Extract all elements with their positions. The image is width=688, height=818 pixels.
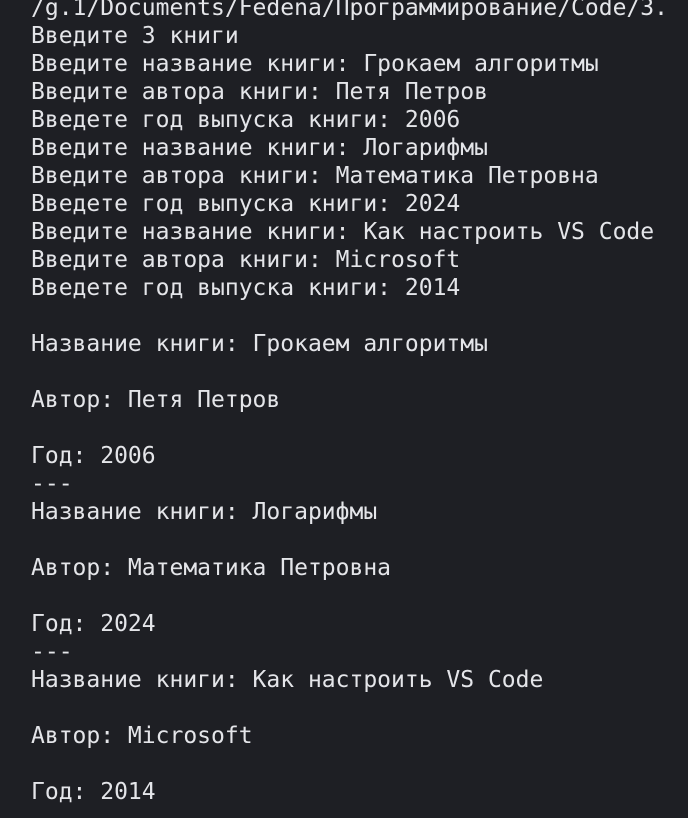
terminal-line: --- (31, 639, 73, 665)
terminal-line: Введите название книги: Как настроить VS… (31, 219, 655, 245)
terminal-line: Автор: Microsoft (31, 723, 253, 749)
terminal-line: Введите 3 книги (31, 23, 239, 49)
terminal-line: Введете год выпуска книги: 2014 (31, 275, 461, 301)
terminal-line: Введете год выпуска книги: 2024 (31, 191, 461, 217)
terminal-line: Введите автора книги: Математика Петровн… (31, 163, 599, 189)
terminal-line: Автор: Математика Петровна (31, 555, 392, 581)
terminal-line: Введите название книги: Грокаем алгоритм… (31, 51, 599, 77)
terminal-window[interactable]: /g.1/Documents/Fedena/Программирование/C… (0, 0, 688, 818)
terminal-line: /g.1/Documents/Fedena/Программирование/C… (31, 0, 668, 21)
terminal-line: Автор: Петя Петров (31, 387, 281, 413)
terminal-line: Название книги: Как настроить VS Code (31, 667, 544, 693)
terminal-line: Введете год выпуска книги: 2006 (31, 107, 461, 133)
terminal-line: Введите автора книги: Петя Петров (31, 79, 488, 105)
terminal-output: /g.1/Documents/Fedena/Программирование/C… (31, 0, 688, 818)
terminal-line: Год: 2006 (31, 443, 156, 469)
terminal-line: --- (31, 471, 73, 497)
terminal-line: --- (31, 806, 688, 818)
terminal-line: Введите название книги: Логарифмы (31, 135, 488, 161)
terminal-line: Название книги: Грокаем алгоритмы (31, 331, 488, 357)
terminal-line: Год: 2024 (31, 611, 156, 637)
terminal-line: Год: 2014 (31, 779, 156, 805)
terminal-line: Название книги: Логарифмы (31, 499, 378, 525)
terminal-line: Введите автора книги: Microsoft (31, 247, 461, 273)
